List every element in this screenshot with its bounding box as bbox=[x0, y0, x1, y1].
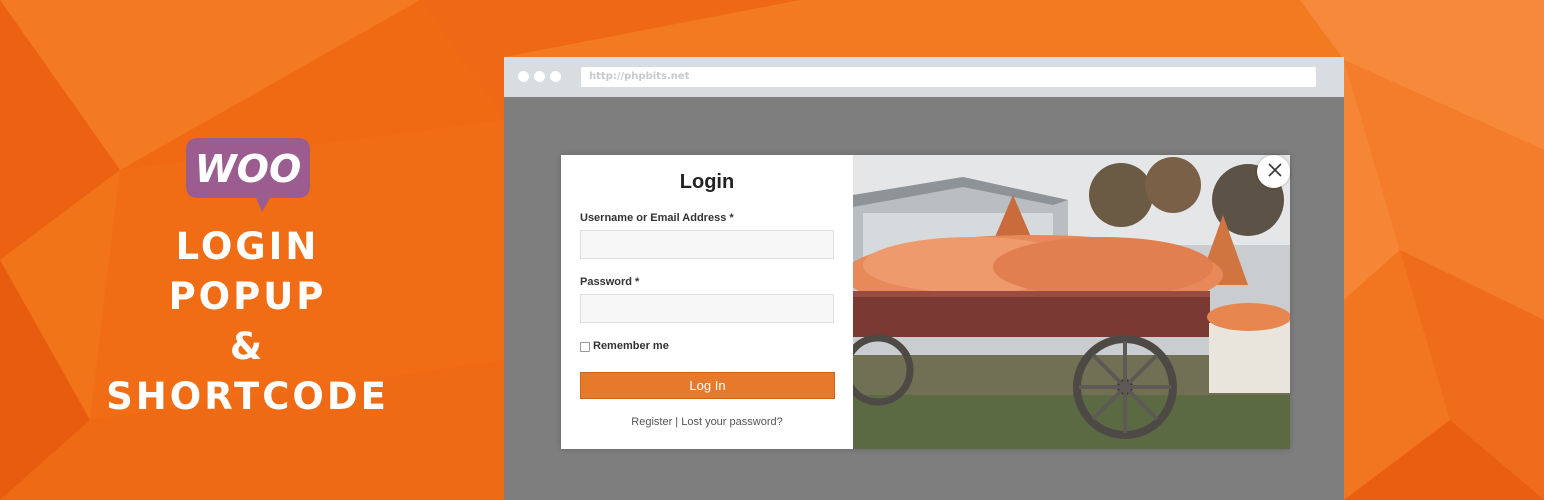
remember-me-label: Remember me bbox=[593, 340, 669, 352]
headline-line-2: & bbox=[229, 325, 266, 368]
account-links: Register | Lost your password? bbox=[561, 416, 853, 428]
close-icon bbox=[1268, 163, 1282, 177]
woo-logo-text: WOO bbox=[194, 147, 301, 191]
headline-line-1: LOGIN POPUP bbox=[168, 225, 327, 318]
password-label: Password * bbox=[580, 276, 640, 288]
register-link[interactable]: Register bbox=[631, 416, 672, 428]
username-input[interactable] bbox=[580, 230, 834, 259]
address-bar[interactable]: http://phpbits.net bbox=[581, 67, 1316, 87]
lost-password-link[interactable]: Lost your password? bbox=[681, 416, 783, 428]
login-button[interactable]: Log In bbox=[580, 372, 835, 399]
login-popup: Login Username or Email Address * Passwo… bbox=[561, 155, 1290, 449]
login-form: Login Username or Email Address * Passwo… bbox=[561, 155, 853, 449]
pumpkin-wagon-image bbox=[853, 155, 1290, 449]
username-label: Username or Email Address * bbox=[580, 212, 734, 224]
window-dot-close[interactable] bbox=[518, 71, 529, 82]
close-button[interactable] bbox=[1257, 155, 1290, 188]
window-dot-maximize[interactable] bbox=[550, 71, 561, 82]
password-input[interactable] bbox=[580, 294, 834, 323]
login-title: Login bbox=[679, 171, 735, 193]
link-separator: | bbox=[675, 416, 679, 428]
woo-logo-icon: WOO bbox=[185, 138, 310, 212]
browser-toolbar: http://phpbits.net bbox=[504, 57, 1344, 97]
remember-me-checkbox[interactable] bbox=[580, 342, 590, 352]
brand-block: WOO LOGIN POPUP & SHORTCODE bbox=[90, 138, 405, 422]
window-dot-minimize[interactable] bbox=[534, 71, 545, 82]
headline-line-3: SHORTCODE bbox=[106, 375, 389, 418]
